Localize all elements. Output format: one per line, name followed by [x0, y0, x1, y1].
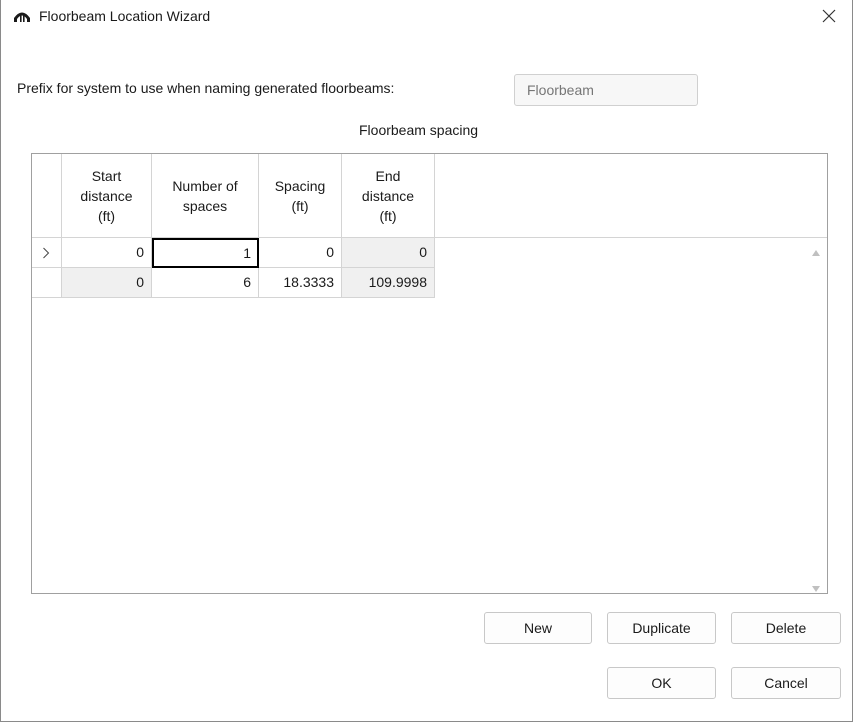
- close-icon: [822, 9, 836, 23]
- close-button[interactable]: [806, 0, 852, 32]
- bridge-arch-icon: [13, 9, 31, 23]
- column-header-line: spaces: [182, 197, 228, 214]
- column-header-line: Start: [91, 167, 122, 184]
- delete-button[interactable]: Delete: [731, 612, 841, 644]
- spacing-grid[interactable]: Start distance (ft) Number of spaces Spa…: [31, 153, 828, 594]
- column-header-line: (ft): [97, 207, 116, 224]
- triangle-up-icon: [812, 250, 820, 256]
- prefix-label: Prefix for system to use when naming gen…: [17, 80, 395, 96]
- column-header-line: Spacing: [274, 177, 326, 194]
- cell-end-distance: 0: [342, 238, 435, 268]
- triangle-down-icon: [812, 586, 820, 592]
- title-bar[interactable]: Floorbeam Location Wizard: [1, 0, 852, 32]
- cell-end-distance: 109.9998: [342, 268, 435, 298]
- cell-number-of-spaces[interactable]: 6: [152, 268, 259, 298]
- column-header-line: (ft): [379, 207, 397, 224]
- row-indicator[interactable]: [32, 238, 62, 268]
- ok-button[interactable]: OK: [607, 667, 716, 699]
- duplicate-button[interactable]: Duplicate: [607, 612, 716, 644]
- cell-start-distance: 0: [62, 268, 152, 298]
- column-header-start-distance[interactable]: Start distance (ft): [62, 154, 152, 238]
- column-header-line: (ft): [291, 197, 309, 214]
- cancel-button[interactable]: Cancel: [731, 667, 841, 699]
- column-header-spacing[interactable]: Spacing (ft): [259, 154, 342, 238]
- dialog-window: Floorbeam Location Wizard Prefix for sys…: [0, 0, 853, 722]
- column-header-line: distance: [80, 187, 133, 204]
- column-header-line: Number of: [172, 177, 238, 194]
- column-header-line: End: [375, 167, 401, 184]
- column-header-line: distance: [361, 187, 415, 204]
- column-header-number-of-spaces[interactable]: Number of spaces: [152, 154, 259, 238]
- window-title: Floorbeam Location Wizard: [39, 8, 211, 24]
- row-indicator[interactable]: [32, 268, 62, 298]
- cell-spacing[interactable]: 0: [259, 238, 342, 268]
- scroll-up-arrow[interactable]: [811, 244, 821, 260]
- header-filler: [435, 154, 827, 238]
- prefix-input[interactable]: [514, 74, 698, 106]
- chevron-right-icon: [43, 247, 50, 259]
- table-caption: Floorbeam spacing: [359, 122, 479, 138]
- cell-number-of-spaces[interactable]: 1: [152, 238, 259, 268]
- column-header-end-distance[interactable]: End distance (ft): [342, 154, 435, 238]
- cell-start-distance[interactable]: 0: [62, 238, 152, 268]
- row-header-corner: [32, 154, 62, 238]
- new-button[interactable]: New: [484, 612, 592, 644]
- cell-spacing[interactable]: 18.3333: [259, 268, 342, 298]
- scroll-down-arrow[interactable]: [811, 580, 821, 596]
